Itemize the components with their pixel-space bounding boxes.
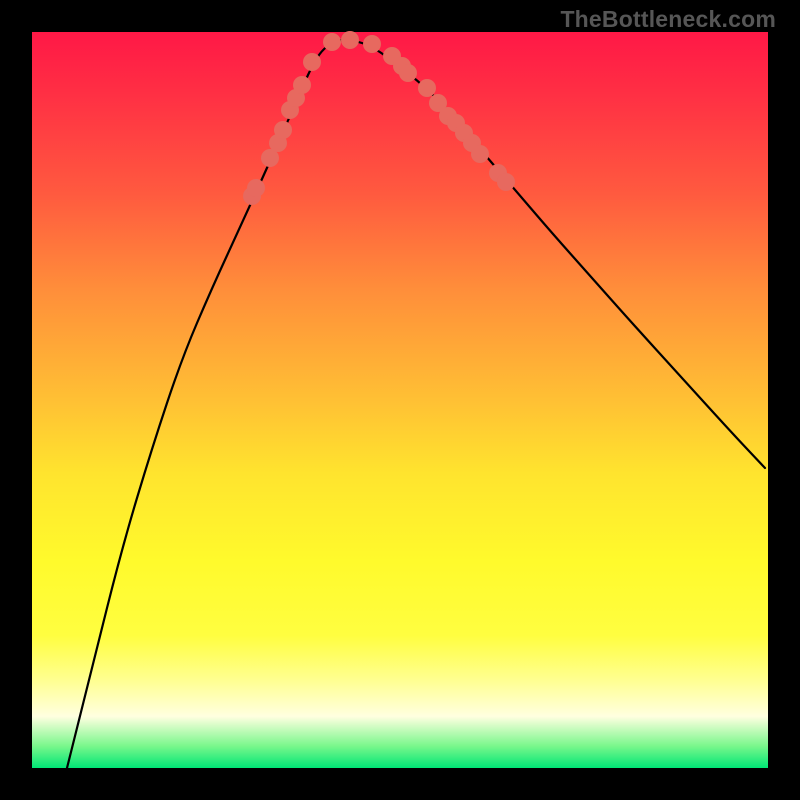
marker-dot [323,33,341,51]
marker-dot [363,35,381,53]
marker-dot [293,76,311,94]
marker-dot [399,64,417,82]
marker-dot [341,31,359,49]
marker-dot [247,179,265,197]
marker-dots-group [243,31,515,205]
main-curve-line [67,40,765,768]
watermark-text: TheBottleneck.com [560,6,776,33]
marker-dot [418,79,436,97]
marker-dot [497,173,515,191]
marker-dot [303,53,321,71]
marker-dot [471,145,489,163]
marker-dot [274,121,292,139]
chart-overlay [32,32,768,768]
